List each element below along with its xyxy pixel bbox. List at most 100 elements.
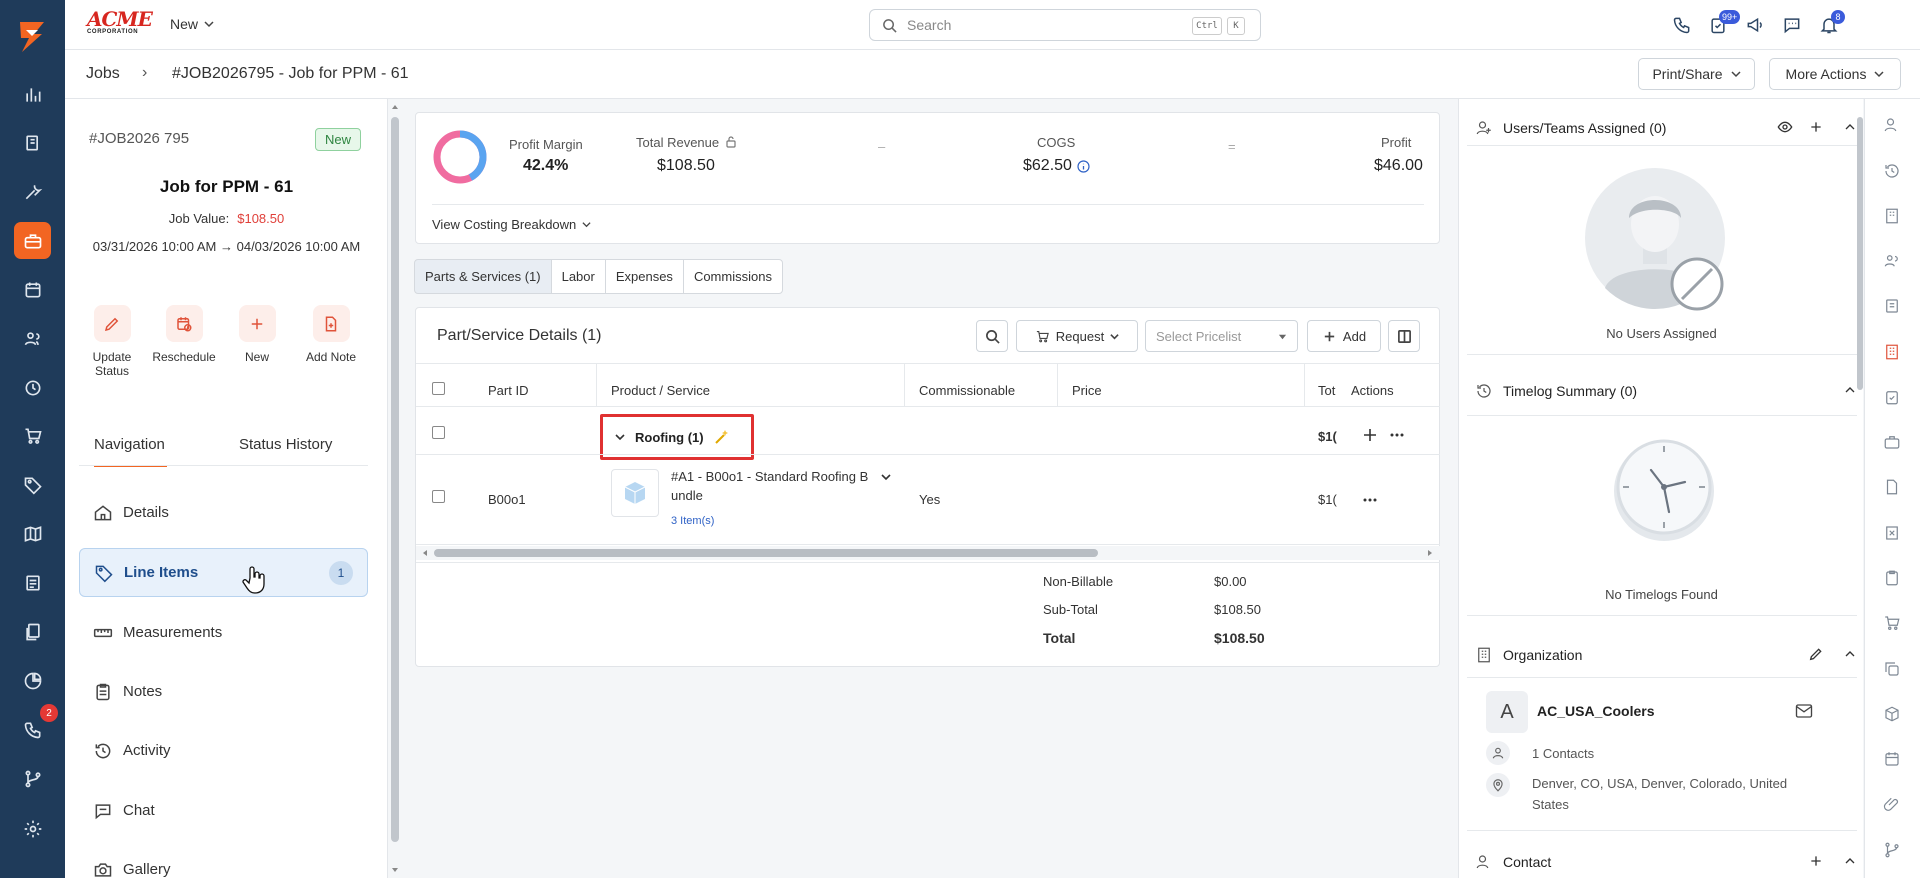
briefcase-icon[interactable] (1879, 429, 1905, 455)
row-checkbox[interactable] (432, 490, 445, 503)
contacts-count[interactable]: 1 Contacts (1532, 746, 1594, 761)
nav-item-measurements[interactable]: Measurements (79, 608, 368, 657)
reschedule-button[interactable]: Reschedule (149, 305, 219, 364)
scroll-down-icon[interactable] (391, 866, 399, 874)
scroll-up-icon[interactable] (391, 103, 399, 111)
purchase-icon[interactable] (1879, 610, 1905, 636)
eye-icon[interactable] (1775, 117, 1795, 137)
group-checkbox[interactable] (432, 426, 445, 439)
chevron-down-icon[interactable] (881, 472, 891, 482)
col-total[interactable]: Tot (1318, 383, 1335, 398)
chat-icon[interactable] (1780, 13, 1804, 37)
organization-icon[interactable] (1879, 339, 1905, 365)
tab-navigation[interactable]: Navigation (94, 436, 167, 467)
product-thumbnail[interactable] (611, 469, 659, 517)
tab-parts-services[interactable]: Parts & Services (1) (414, 259, 552, 294)
customers-icon[interactable] (0, 319, 65, 359)
new-menu[interactable]: New (170, 16, 214, 32)
nav-item-gallery[interactable]: Gallery (79, 845, 368, 878)
row-product-name[interactable]: #A1 - B00o1 - Standard Roofing B (671, 469, 868, 484)
nav-item-details[interactable]: Details (79, 488, 368, 537)
checklist-icon[interactable] (1879, 384, 1905, 410)
nav-item-notes[interactable]: Notes (79, 667, 368, 716)
package-icon[interactable] (1879, 701, 1905, 727)
columns-toggle-button[interactable] (1388, 320, 1420, 352)
dashboard-icon[interactable] (0, 75, 65, 115)
reports-icon[interactable] (0, 563, 65, 603)
right-panel-scrollbar[interactable] (1856, 99, 1864, 878)
chevron-down-icon[interactable] (615, 432, 625, 442)
nav-item-chat[interactable]: Chat (79, 786, 368, 835)
scroll-right-icon[interactable] (1426, 549, 1434, 557)
copy-icon[interactable] (1879, 656, 1905, 682)
scroll-left-icon[interactable] (421, 549, 429, 557)
col-price[interactable]: Price (1072, 383, 1102, 398)
nav-item-line-items[interactable]: Line Items 1 (79, 548, 368, 597)
right-scroll-thumb[interactable] (1857, 117, 1863, 390)
table-horizontal-scrollbar[interactable] (416, 546, 1440, 560)
settings-icon[interactable] (0, 809, 65, 849)
add-note-button[interactable]: Add Note (296, 305, 366, 364)
workflow-icon[interactable] (0, 759, 65, 799)
tab-labor[interactable]: Labor (550, 259, 606, 294)
tools-icon[interactable] (0, 172, 65, 212)
contacts-icon[interactable] (1879, 248, 1905, 274)
magic-wand-icon[interactable] (714, 429, 730, 445)
more-icon[interactable] (1363, 497, 1377, 503)
timelog-icon[interactable] (1879, 158, 1905, 184)
sidebar-scrollbar[interactable] (388, 99, 402, 878)
app-logo-icon[interactable] (12, 16, 52, 56)
pricelist-select[interactable]: Select Pricelist (1145, 320, 1298, 352)
calendar-icon[interactable] (0, 270, 65, 310)
sidebar-scroll-thumb[interactable] (391, 117, 399, 842)
row-items-link[interactable]: 3 Item(s) (671, 515, 714, 527)
clock-icon[interactable] (0, 368, 65, 408)
add-contact-icon[interactable] (1806, 851, 1826, 871)
brand-logo[interactable]: ACME CORPORATION (87, 9, 153, 39)
breadcrumb-jobs-link[interactable]: Jobs (86, 65, 120, 83)
nav-item-activity[interactable]: Activity (79, 726, 368, 775)
map-icon[interactable] (0, 514, 65, 554)
search-input[interactable]: Search Ctrl K (869, 9, 1261, 41)
tab-status-history[interactable]: Status History (239, 436, 332, 453)
cart-icon[interactable] (0, 416, 65, 456)
user-icon[interactable] (1879, 112, 1905, 138)
table-scroll-thumb[interactable] (434, 549, 1098, 557)
new-button[interactable]: New (222, 305, 292, 364)
tag-icon[interactable] (0, 465, 65, 505)
jobs-icon[interactable] (14, 222, 51, 259)
estimate-icon[interactable] (1879, 520, 1905, 546)
table-search-button[interactable] (976, 320, 1008, 352)
tab-expenses[interactable]: Expenses (604, 259, 684, 294)
documents-icon[interactable] (0, 123, 65, 163)
add-part-button[interactable]: Add (1307, 320, 1381, 352)
files-icon[interactable] (0, 612, 65, 652)
more-icon[interactable] (1390, 432, 1404, 438)
analytics-icon[interactable] (0, 661, 65, 701)
attachment-icon[interactable] (1879, 792, 1905, 818)
info-icon[interactable] (1077, 160, 1090, 173)
print-share-button[interactable]: Print/Share (1638, 58, 1755, 90)
add-row-icon[interactable] (1363, 428, 1377, 442)
col-part-id[interactable]: Part ID (488, 383, 528, 398)
organization-name[interactable]: AC_USA_Coolers (1537, 703, 1654, 719)
col-product-service[interactable]: Product / Service (611, 383, 710, 398)
mail-icon[interactable] (1795, 703, 1813, 719)
select-all-checkbox[interactable] (432, 382, 445, 395)
building-icon[interactable] (1879, 203, 1905, 229)
workflow-icon[interactable] (1879, 837, 1905, 863)
request-button[interactable]: Request (1016, 320, 1138, 352)
invoice-icon[interactable] (1879, 293, 1905, 319)
update-status-button[interactable]: Update Status (77, 305, 147, 378)
document-icon[interactable] (1879, 474, 1905, 500)
costing-breakdown-link[interactable]: View Costing Breakdown (432, 217, 591, 232)
announcement-icon[interactable] (1743, 13, 1767, 37)
add-user-icon[interactable] (1806, 117, 1826, 137)
tab-commissions[interactable]: Commissions (682, 259, 783, 294)
col-commissionable[interactable]: Commissionable (919, 383, 1015, 398)
call-icon[interactable] (1670, 13, 1694, 37)
schedule-icon[interactable] (1879, 746, 1905, 772)
clipboard-icon[interactable] (1879, 565, 1905, 591)
edit-organization-icon[interactable] (1806, 644, 1826, 664)
more-actions-button[interactable]: More Actions (1769, 58, 1901, 90)
